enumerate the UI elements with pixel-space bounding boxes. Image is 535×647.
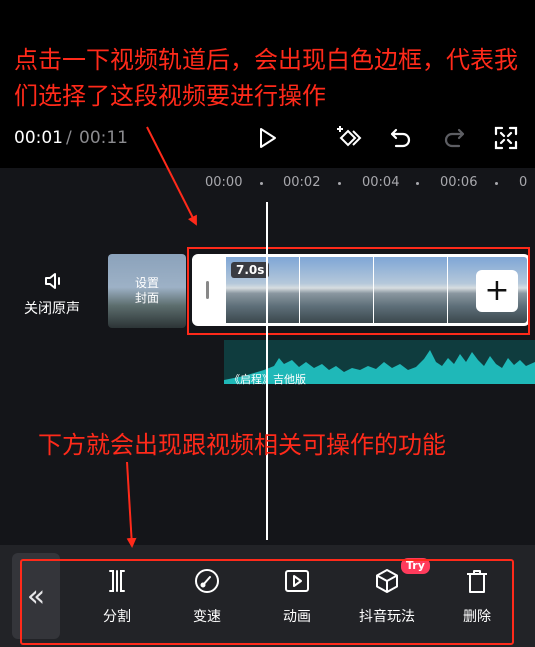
timeline-tick-dot: [338, 182, 341, 185]
timeline-tick: 00:04: [362, 175, 400, 190]
annotation-middle-text: 下方就会出现跟视频相关可操作的功能: [38, 431, 446, 459]
timeline-tick: 0: [519, 175, 528, 190]
set-cover-label[interactable]: 设置 封面: [108, 276, 186, 306]
annotation-clip-outline: [187, 247, 530, 335]
timeline-tick: 00:02: [283, 175, 321, 190]
mute-original-sound-label[interactable]: 关闭原声: [24, 298, 80, 318]
timeline-tick: 00:00: [205, 175, 243, 190]
playhead[interactable]: [266, 202, 268, 540]
timeline-tick-dot: [495, 182, 498, 185]
timeline-tick-dot: [416, 182, 419, 185]
timeline-tick: 00:06: [440, 175, 478, 190]
keyframe-icon[interactable]: [332, 121, 366, 155]
total-time: 00:11: [79, 128, 128, 148]
annotation-toolbar-outline: [20, 559, 514, 645]
current-time: 00:01: [14, 128, 63, 148]
cover-label-line2: 封面: [134, 291, 159, 305]
undo-icon[interactable]: [384, 121, 418, 155]
speaker-mute-icon[interactable]: [40, 267, 68, 295]
redo-icon[interactable]: [437, 121, 471, 155]
timeline-tick-dot: [260, 182, 263, 185]
cover-label-line1: 设置: [134, 276, 159, 290]
time-separator: /: [66, 128, 72, 148]
play-icon[interactable]: [250, 121, 284, 155]
annotation-top-text: 点击一下视频轨道后，会出现白色边框，代表我们选择了这段视频要进行操作: [14, 46, 518, 110]
fullscreen-icon[interactable]: [489, 121, 523, 155]
